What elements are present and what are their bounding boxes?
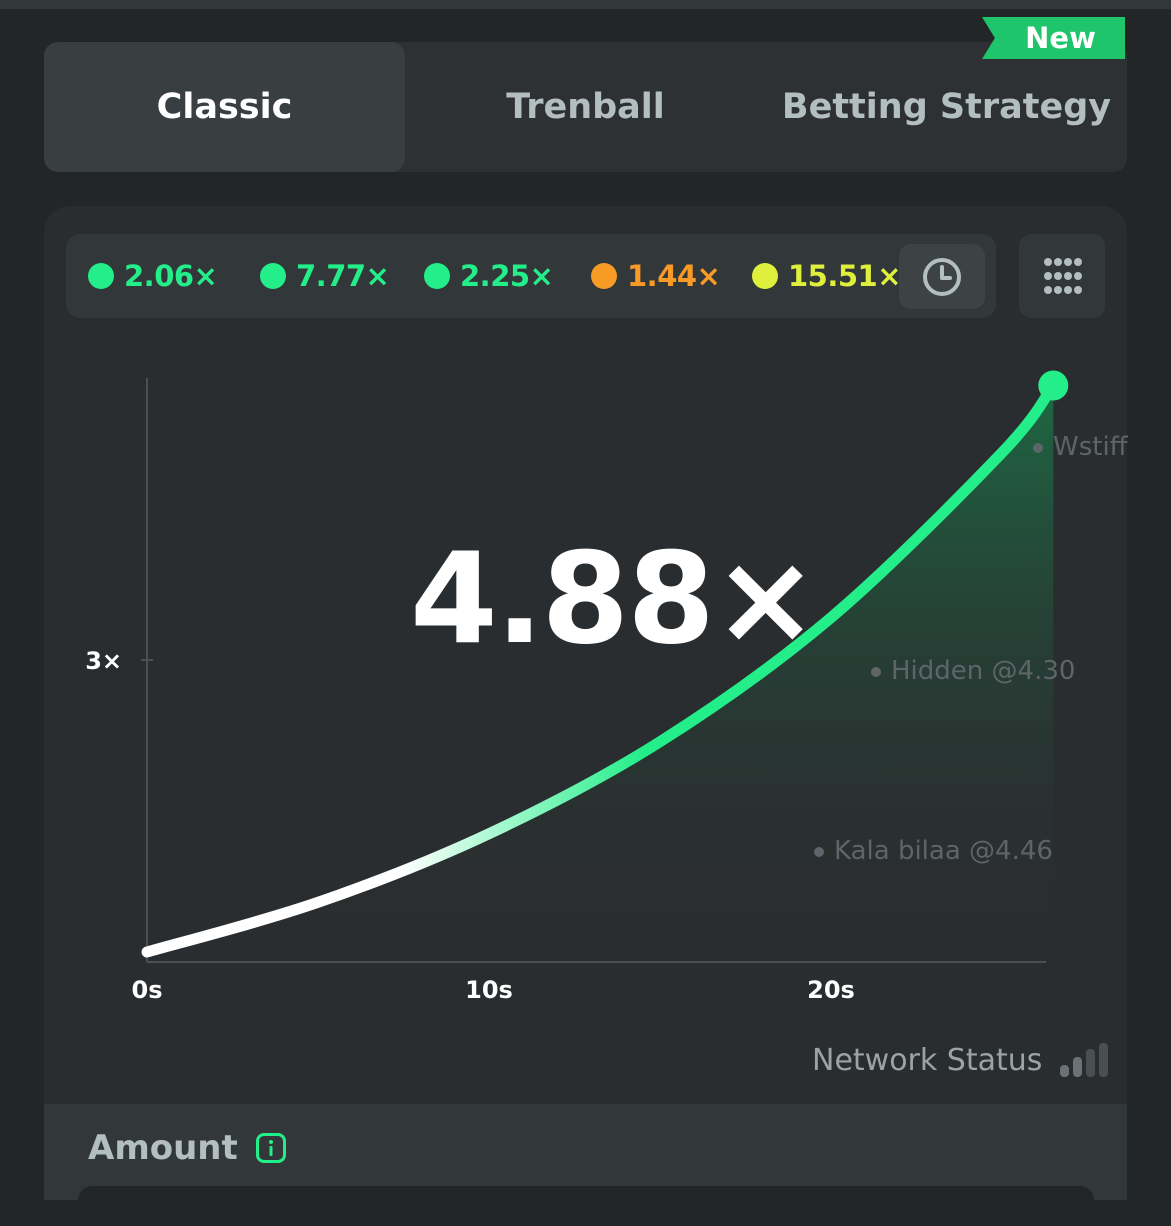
network-status[interactable]: Network Status	[812, 1040, 1109, 1080]
player-name: Wstiff	[1053, 432, 1128, 462]
amount-label: Amount	[88, 1128, 238, 1168]
player-cashout: Kala bilaa @4.46	[814, 836, 1053, 866]
amount-input[interactable]	[78, 1186, 1094, 1226]
y-tick-label: 3×	[85, 647, 122, 675]
info-glyph	[269, 1140, 273, 1156]
player-dot	[814, 846, 824, 857]
x-tick-label: 20s	[807, 976, 855, 1004]
current-multiplier: 4.88×	[410, 525, 818, 672]
player-cashout: Hidden @4.30	[871, 656, 1075, 686]
player-cashout: Wstiff	[1033, 432, 1128, 462]
curve-endpoint	[1038, 370, 1069, 401]
player-name: Hidden @4.30	[891, 656, 1076, 686]
x-tick-label: 10s	[465, 976, 513, 1004]
info-icon[interactable]	[256, 1133, 286, 1163]
x-tick-label: 0s	[132, 976, 163, 1004]
player-dot	[871, 666, 881, 677]
signal-icon	[1060, 1043, 1109, 1077]
player-dot	[1033, 442, 1043, 453]
player-name: Kala bilaa @4.46	[834, 836, 1053, 866]
network-status-label: Network Status	[812, 1042, 1043, 1078]
